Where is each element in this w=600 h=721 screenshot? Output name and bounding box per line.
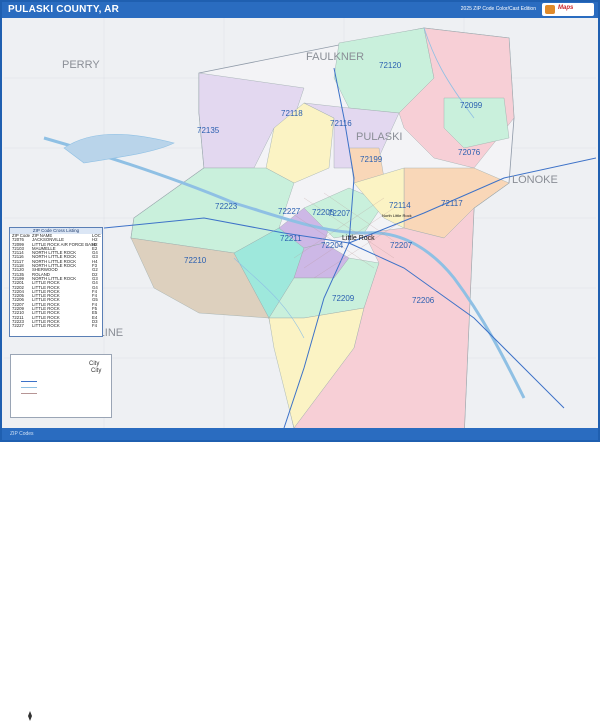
compass-icon — [28, 711, 32, 721]
county-label-pulaski: PULASKI — [356, 131, 402, 143]
publisher-logo: Maps — [542, 3, 594, 16]
zip-label: 72205 — [312, 208, 335, 217]
zip-label: 72135 — [197, 126, 220, 135]
county-label-lonoke: LONOKE — [512, 174, 558, 186]
highway-key-line — [21, 381, 37, 382]
city-label-little-rock: Little Rock — [342, 235, 375, 242]
zip-label: 72076 — [458, 148, 481, 157]
map-key: City City — [10, 354, 112, 721]
zip-label: 72204 — [321, 241, 344, 250]
legend-name: LITTLE ROCK — [32, 324, 60, 329]
county-label-faulkner: FAULKNER — [306, 51, 364, 63]
footer-bar: ZIP Codes — [2, 428, 598, 440]
zip-label: 72210 — [184, 256, 207, 265]
zip-label: 72120 — [379, 61, 402, 70]
zip-label: 72114 — [389, 201, 411, 210]
logo-icon — [545, 5, 555, 14]
lake-maumelle — [63, 134, 175, 164]
zip-label: 72211 — [280, 234, 302, 243]
zip-label: 72118 — [281, 109, 303, 118]
zip-cross-listing: ZIP Code Cross Listing ZIP Code ZIP NAME… — [9, 227, 103, 337]
legend-zip: 72227 — [12, 324, 24, 329]
zip-label: 72116 — [330, 119, 352, 128]
title-bar: PULASKI COUNTY, AR 2025 ZIP Code Color/C… — [2, 2, 598, 18]
county-label-perry: PERRY — [62, 59, 100, 71]
zip-label: 72206 — [412, 296, 435, 305]
road-key-line — [21, 393, 37, 394]
edition-label: 2025 ZIP Code Color/Cast Edition — [460, 6, 536, 12]
map-frame: PULASKI COUNTY, AR 2025 ZIP Code Color/C… — [0, 0, 600, 721]
zip-label: 72223 — [215, 202, 238, 211]
water-key-line — [21, 387, 37, 388]
zip-label: 72207 — [390, 241, 413, 250]
key-city-label-1: City — [89, 361, 100, 367]
legend-loc: F4 — [92, 324, 98, 329]
footer-text: ZIP Codes — [10, 431, 34, 437]
zip-label: 72117 — [441, 199, 463, 208]
zip-label: 72209 — [332, 294, 355, 303]
zip-label: 72227 — [278, 207, 301, 216]
city-label-north-little-rock: North Little Rock — [382, 213, 412, 218]
key-city-label-2: City — [91, 368, 102, 374]
zip-label: 72099 — [460, 101, 483, 110]
zip-label: 72199 — [360, 155, 383, 164]
map-title: PULASKI COUNTY, AR — [8, 4, 120, 15]
logo-text: Maps — [558, 5, 574, 11]
legend-row: 72227 LITTLE ROCK F4 — [10, 324, 102, 328]
